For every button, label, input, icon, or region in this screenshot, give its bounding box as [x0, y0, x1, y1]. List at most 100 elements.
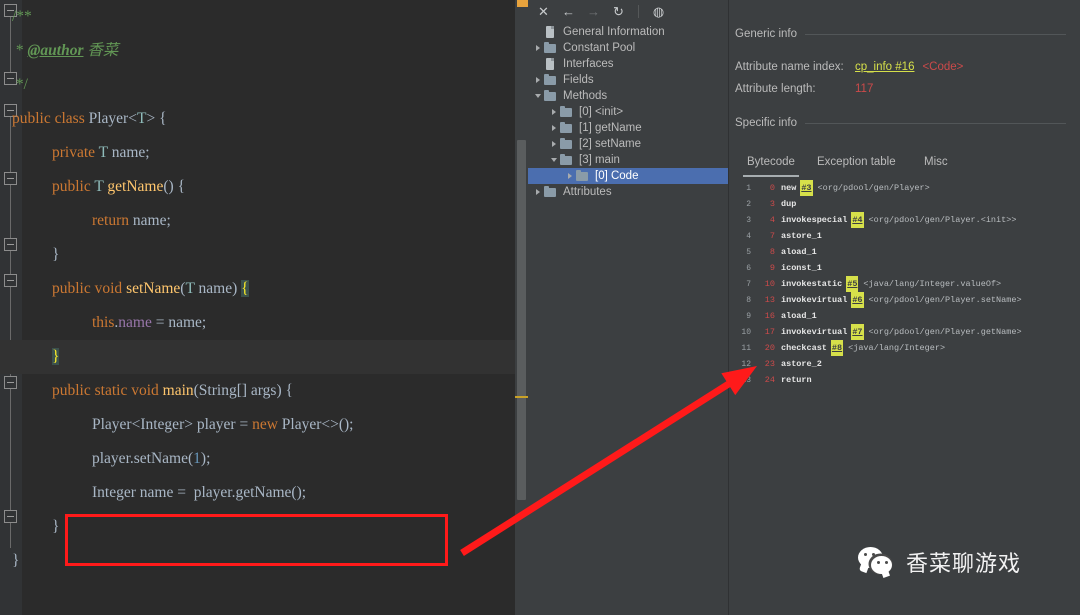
tree-item-0-code[interactable]: [0] Code [528, 168, 728, 184]
bytecode-row[interactable]: 1 0 new #3 <org/pdool/gen/Player> [729, 180, 1080, 196]
tab-bytecode[interactable]: Bytecode [743, 152, 799, 177]
bytecode-row[interactable]: 7 10 invokestatic #5 <java/lang/Integer.valu… [729, 276, 1080, 292]
close-icon[interactable]: ✕ [536, 4, 551, 19]
bytecode-offset: 24 [764, 375, 775, 385]
code-token: = player. [173, 484, 236, 501]
bytecode-row[interactable]: 3 4 invokespecial #4 <org/pdool/gen/Player.<… [729, 212, 1080, 228]
bytecode-row[interactable]: 4 7 astore_1 [729, 228, 1080, 244]
code-line[interactable]: } [0, 510, 528, 544]
chevron-right-icon[interactable] [548, 136, 559, 152]
tree-item-general-information[interactable]: General Information [528, 24, 728, 40]
tab-exception-table[interactable]: Exception table [817, 152, 896, 174]
constant-pool-ref-link[interactable]: #4 [851, 212, 864, 228]
code-token: getName [107, 178, 164, 195]
tree-item-attributes[interactable]: Attributes [528, 184, 728, 200]
code-token: public void [52, 280, 127, 297]
code-line[interactable]: return name; [0, 204, 528, 238]
code-line[interactable]: public void setName(T name) { [0, 272, 528, 306]
chevron-right-icon[interactable] [548, 104, 559, 120]
code-token: ); [200, 450, 211, 467]
constant-pool-ref-link[interactable]: #5 [846, 276, 859, 292]
tree-item-fields[interactable]: Fields [528, 72, 728, 88]
bytecode-opcode: aload_1 [781, 311, 817, 321]
detail-tab-bar[interactable]: Bytecode Exception table Misc [729, 152, 1080, 177]
tab-misc[interactable]: Misc [924, 152, 948, 174]
code-token: > { [146, 110, 167, 127]
editor-change-marker [515, 396, 528, 398]
bytecode-row[interactable]: 11 20 checkcast #8 <java/lang/Integer> [729, 340, 1080, 356]
bytecode-offset: 7 [769, 231, 775, 241]
constant-pool-ref-link[interactable]: #7 [851, 324, 864, 340]
code-line[interactable]: /** [0, 0, 528, 34]
tree-item-interfaces[interactable]: Interfaces [528, 56, 728, 72]
code-line[interactable]: player.setName(1); [0, 442, 528, 476]
code-editor[interactable]: /** * @author 香菜 */public class Player<T… [0, 0, 528, 615]
bytecode-row[interactable]: 8 13 invokevirtual #6 <org/pdool/gen/Player.… [729, 292, 1080, 308]
bytecode-row[interactable]: 12 23 astore_2 [729, 356, 1080, 372]
bytecode-row[interactable]: 6 9 iconst_1 [729, 260, 1080, 276]
chevron-right-icon[interactable] [548, 120, 559, 136]
attribute-length-value: 117 [855, 83, 874, 95]
code-line[interactable]: * @author 香菜 [0, 34, 528, 68]
code-line[interactable]: */ [0, 68, 528, 102]
back-icon[interactable]: ← [561, 4, 576, 19]
code-line-text: private T name; [0, 136, 150, 170]
bytecode-row[interactable]: 10 17 invokevirtual #7 <org/pdool/gen/Player… [729, 324, 1080, 340]
bytecode-listing[interactable]: 1 0 new #3 <org/pdool/gen/Player> 2 3 dup 3 4 invo… [729, 180, 1080, 388]
code-line[interactable]: } [0, 340, 528, 374]
bytecode-row[interactable]: 9 16 aload_1 [729, 308, 1080, 324]
folder-icon [559, 122, 574, 134]
constant-pool-ref-link[interactable]: #8 [830, 340, 844, 356]
bytecode-opcode: invokestatic [781, 279, 843, 289]
bytecode-line-number: 10 [741, 328, 751, 337]
tree-item-0-init[interactable]: [0] <init> [528, 104, 728, 120]
editor-scrollbar-thumb[interactable] [517, 140, 526, 500]
code-line[interactable]: public T getName() { [0, 170, 528, 204]
bytecode-line-number: 3 [746, 216, 751, 225]
code-token: name [118, 314, 152, 331]
tree-item-label: [0] <init> [579, 106, 624, 118]
bytecode-row[interactable]: 5 8 aload_1 [729, 244, 1080, 260]
no-chevron-spacer [532, 24, 543, 40]
code-token: () { [163, 178, 186, 195]
bytecode-argument: <org/pdool/gen/Player.setName> [868, 295, 1022, 305]
code-line[interactable]: } [0, 238, 528, 272]
chevron-down-icon[interactable] [548, 152, 559, 168]
code-token: (String[] args) { [193, 382, 293, 399]
reload-icon[interactable]: ↻ [611, 4, 626, 19]
editor-scrollbar[interactable] [515, 0, 528, 615]
chevron-right-icon[interactable] [532, 72, 543, 88]
code-line[interactable]: public class Player<T> { [0, 102, 528, 136]
constant-pool-ref-link[interactable]: #6 [851, 292, 864, 308]
browse-icon[interactable]: ◍ [651, 4, 666, 19]
bytecode-opcode: aload_1 [781, 247, 817, 257]
code-line[interactable]: } [0, 544, 528, 578]
code-line-text: Player<Integer> player = new Player<>(); [0, 408, 354, 442]
tree-item-1-getname[interactable]: [1] getName [528, 120, 728, 136]
code-text-area[interactable]: /** * @author 香菜 */public class Player<T… [0, 0, 528, 615]
code-line[interactable]: private T name; [0, 136, 528, 170]
tree-item-2-setname[interactable]: [2] setName [528, 136, 728, 152]
chevron-right-icon[interactable] [564, 168, 575, 184]
code-line-text: Integer name = player.getName(); [0, 476, 306, 510]
code-token: player. [92, 450, 134, 467]
chevron-right-icon[interactable] [532, 184, 543, 200]
chevron-down-icon[interactable] [532, 88, 543, 104]
cp-info-link[interactable]: cp_info #16 [855, 61, 914, 73]
chevron-right-icon[interactable] [532, 40, 543, 56]
tree-item-label: [3] main [579, 154, 620, 166]
code-line[interactable]: public static void main(String[] args) { [0, 374, 528, 408]
tree-item-3-main[interactable]: [3] main [528, 152, 728, 168]
bytecode-row[interactable]: 13 24 return [729, 372, 1080, 388]
tree-item-constant-pool[interactable]: Constant Pool [528, 40, 728, 56]
bytecode-row[interactable]: 2 3 dup [729, 196, 1080, 212]
tree-item-methods[interactable]: Methods [528, 88, 728, 104]
forward-icon[interactable]: → [586, 4, 601, 19]
code-line[interactable]: Integer name = player.getName(); [0, 476, 528, 510]
code-line-text: * @author 香菜 [0, 34, 119, 68]
code-line[interactable]: this.name = name; [0, 306, 528, 340]
editor-warning-marker[interactable] [517, 0, 528, 7]
constant-pool-ref-link[interactable]: #3 [800, 180, 813, 196]
class-structure-tree[interactable]: General Information Constant Pool Interfac… [528, 24, 728, 200]
code-line[interactable]: Player<Integer> player = new Player<>(); [0, 408, 528, 442]
